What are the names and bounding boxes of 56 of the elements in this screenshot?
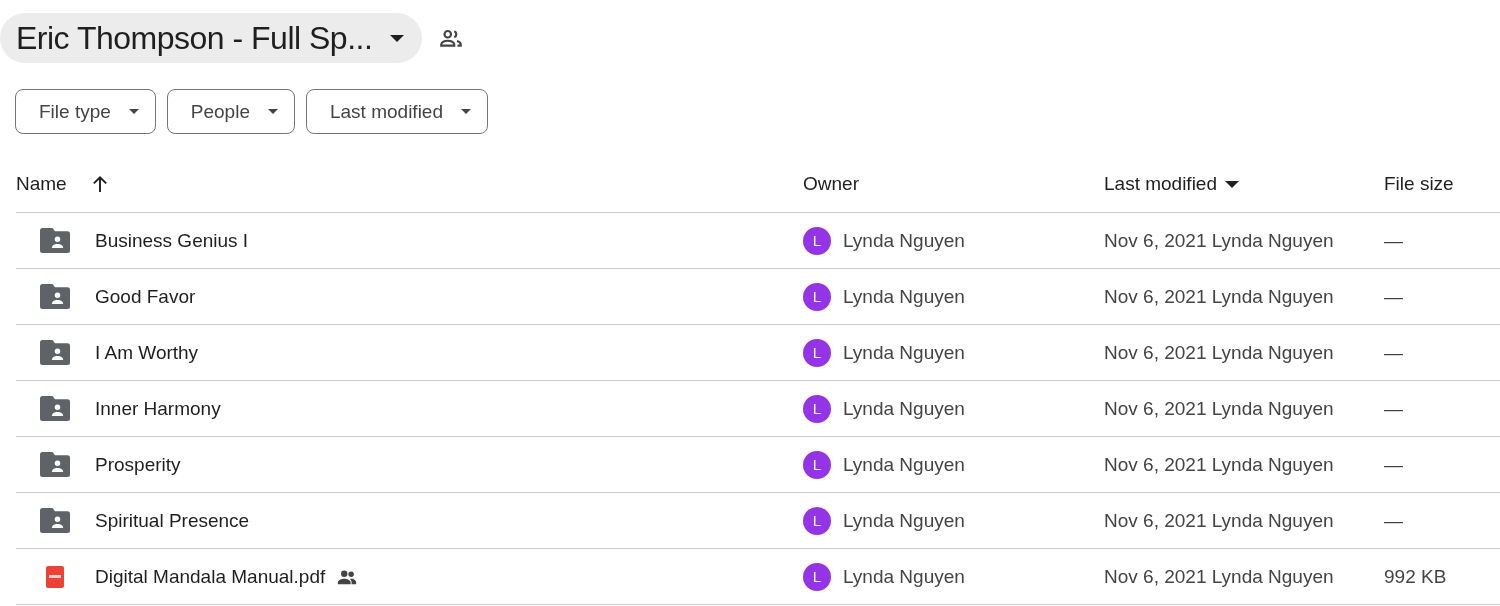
sort-arrow-up-icon[interactable] — [90, 175, 109, 193]
last-modified: Nov 6, 2021 Lynda Nguyen — [1104, 453, 1334, 476]
owner-name: Lynda Nguyen — [843, 453, 965, 476]
owner-name: Lynda Nguyen — [843, 565, 965, 588]
file-row[interactable]: Prosperity L Lynda Nguyen Nov 6, 2021 Lynda Nguyen — — [16, 437, 1500, 493]
caret-icon — [461, 109, 471, 114]
folder-title-dropdown[interactable]: Eric Thompson - Full Sp... — [0, 13, 423, 63]
owner-avatar: L — [803, 450, 831, 479]
file-name[interactable]: Digital Mandala Manual.pdf — [95, 565, 326, 588]
file-size: — — [1384, 229, 1403, 252]
last-modified: Nov 6, 2021 Lynda Nguyen — [1104, 565, 1334, 588]
filter-dropdown[interactable]: Last modified — [306, 89, 488, 134]
column-header[interactable]: Last modified — [1104, 173, 1217, 195]
caret-icon — [268, 109, 278, 114]
last-modified: Nov 6, 2021 Lynda Nguyen — [1104, 285, 1334, 308]
sort-caret-icon[interactable] — [1225, 180, 1239, 188]
file-name[interactable]: Inner Harmony — [95, 397, 221, 420]
file-row[interactable]: I Am Worthy L Lynda Nguyen Nov 6, 2021 Lynda Nguyen — — [16, 325, 1500, 381]
owner-avatar: L — [803, 506, 831, 535]
owner-name: Lynda Nguyen — [843, 397, 965, 420]
file-name[interactable]: Business Genius I — [95, 229, 249, 252]
last-modified: Nov 6, 2021 Lynda Nguyen — [1104, 509, 1334, 532]
filter-dropdown[interactable]: File type — [15, 89, 156, 134]
file-row[interactable]: Digital Mandala Manual.pdf L Lynda Nguyen Nov 6, 2021 Lynda Nguyen 992 KB — [16, 549, 1500, 605]
file-size: 992 KB — [1384, 565, 1447, 588]
owner-avatar: L — [803, 282, 831, 311]
owner-avatar: L — [803, 394, 831, 423]
owner-name: Lynda Nguyen — [843, 229, 965, 252]
file-name[interactable]: I Am Worthy — [95, 341, 199, 364]
file-size: — — [1384, 509, 1403, 532]
last-modified: Nov 6, 2021 Lynda Nguyen — [1104, 397, 1334, 420]
caret-icon — [390, 34, 405, 42]
file-name[interactable]: Prosperity — [95, 453, 181, 476]
file-size: — — [1384, 453, 1403, 476]
file-size: — — [1384, 341, 1403, 364]
owner-name: Lynda Nguyen — [843, 341, 965, 364]
file-name[interactable]: Spiritual Presence — [95, 509, 250, 532]
file-row[interactable]: Good Favor L Lynda Nguyen Nov 6, 2021 Lynda Nguyen — — [16, 269, 1500, 325]
file-row[interactable]: Inner Harmony L Lynda Nguyen Nov 6, 2021 Lynda Nguyen — — [16, 381, 1500, 437]
file-size: — — [1384, 285, 1403, 308]
last-modified: Nov 6, 2021 Lynda Nguyen — [1104, 341, 1334, 364]
file-name[interactable]: Good Favor — [95, 285, 196, 308]
column-header[interactable]: Name — [16, 173, 67, 195]
owner-name: Lynda Nguyen — [843, 509, 965, 532]
owner-avatar: L — [803, 226, 831, 255]
filter-dropdown[interactable]: People — [166, 89, 295, 134]
file-row[interactable]: Spiritual Presence L Lynda Nguyen Nov 6, 2021 Lynda Nguyen — — [16, 493, 1500, 549]
owner-name: Lynda Nguyen — [843, 285, 965, 308]
owner-avatar: L — [803, 562, 831, 591]
last-modified: Nov 6, 2021 Lynda Nguyen — [1104, 229, 1334, 252]
file-row[interactable]: Business Genius I L Lynda Nguyen Nov 6, 2021 Lynda Nguyen — — [16, 213, 1500, 269]
file-size: — — [1384, 397, 1403, 420]
caret-icon — [128, 109, 139, 114]
column-header[interactable]: Owner — [803, 173, 859, 195]
column-header[interactable]: File size — [1384, 173, 1454, 195]
owner-avatar: L — [803, 338, 831, 367]
